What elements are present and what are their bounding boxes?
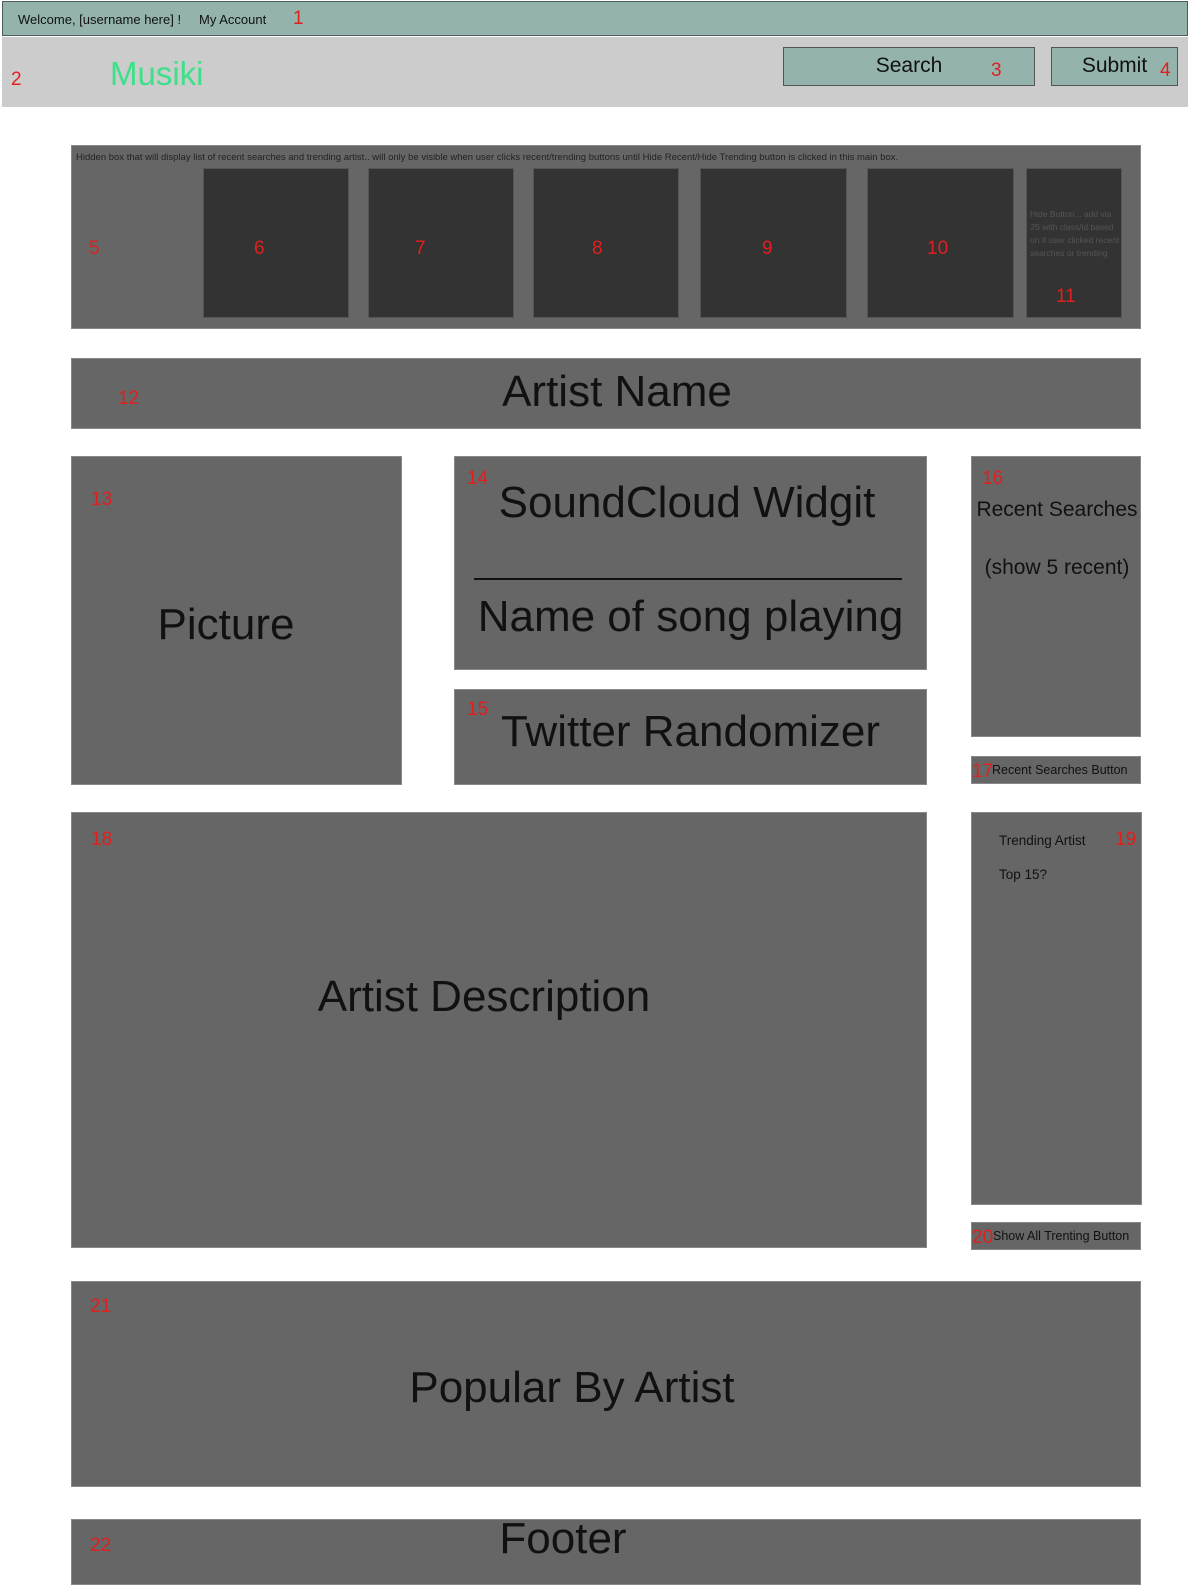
trending-artist-panel (971, 812, 1142, 1205)
label-number: 18 (91, 829, 113, 850)
item-tile[interactable] (700, 168, 847, 318)
recent-searches-button[interactable]: Recent Searches Button (971, 756, 1141, 784)
label-number: 21 (90, 1296, 112, 1317)
song-name: Name of song playing (477, 592, 904, 641)
label-number: 5 (89, 238, 100, 259)
picture-label: Picture (157, 600, 295, 649)
submit-button[interactable]: Submit (1051, 47, 1178, 86)
hide-button-text: Hide Button... add via JS with class/id … (1030, 209, 1120, 258)
artist-description: Artist Description (317, 972, 651, 1021)
label-number: 20 (972, 1227, 994, 1248)
label-number: 11 (1056, 286, 1076, 307)
label-number: 8 (592, 238, 603, 259)
item-tile[interactable] (203, 168, 349, 318)
label-number: 2 (11, 69, 22, 90)
recent-searches-subtitle: (show 5 recent) (984, 556, 1130, 579)
welcome-text: Welcome, [username here] ! (18, 12, 182, 27)
item-tile[interactable] (533, 168, 679, 318)
label-number: 7 (415, 238, 426, 259)
label-number: 6 (254, 238, 265, 259)
artist-description-panel (71, 812, 927, 1248)
popular-by-artist-label: Popular By Artist (409, 1363, 735, 1412)
soundcloud-title: SoundCloud Widgit (498, 478, 876, 527)
twitter-label: Twitter Randomizer (500, 707, 880, 756)
recent-searches-title: Recent Searches (976, 498, 1138, 521)
divider (474, 578, 902, 580)
trending-title: Trending Artist (999, 833, 1086, 848)
my-account-link[interactable]: My Account (199, 12, 266, 27)
logo[interactable]: Musiki (110, 55, 204, 93)
artist-name: Artist Name (502, 367, 732, 416)
item-tile[interactable] (368, 168, 514, 318)
label-number: 10 (927, 238, 949, 259)
label-number: 19 (1115, 829, 1137, 850)
label-number: 9 (762, 238, 773, 259)
label-number: 17 (972, 761, 994, 782)
trending-subtitle: Top 15? (999, 867, 1048, 882)
label-number: 3 (991, 60, 1002, 81)
label-number: 13 (91, 489, 113, 510)
label-number: 4 (1160, 60, 1171, 81)
hidden-box-note: Hidden box that will display list of rec… (76, 152, 899, 163)
label-number: 16 (982, 468, 1004, 489)
label-number: 1 (293, 8, 304, 29)
show-all-trending-button[interactable]: Show All Trenting Button (971, 1222, 1141, 1250)
footer-label: Footer (499, 1514, 627, 1563)
